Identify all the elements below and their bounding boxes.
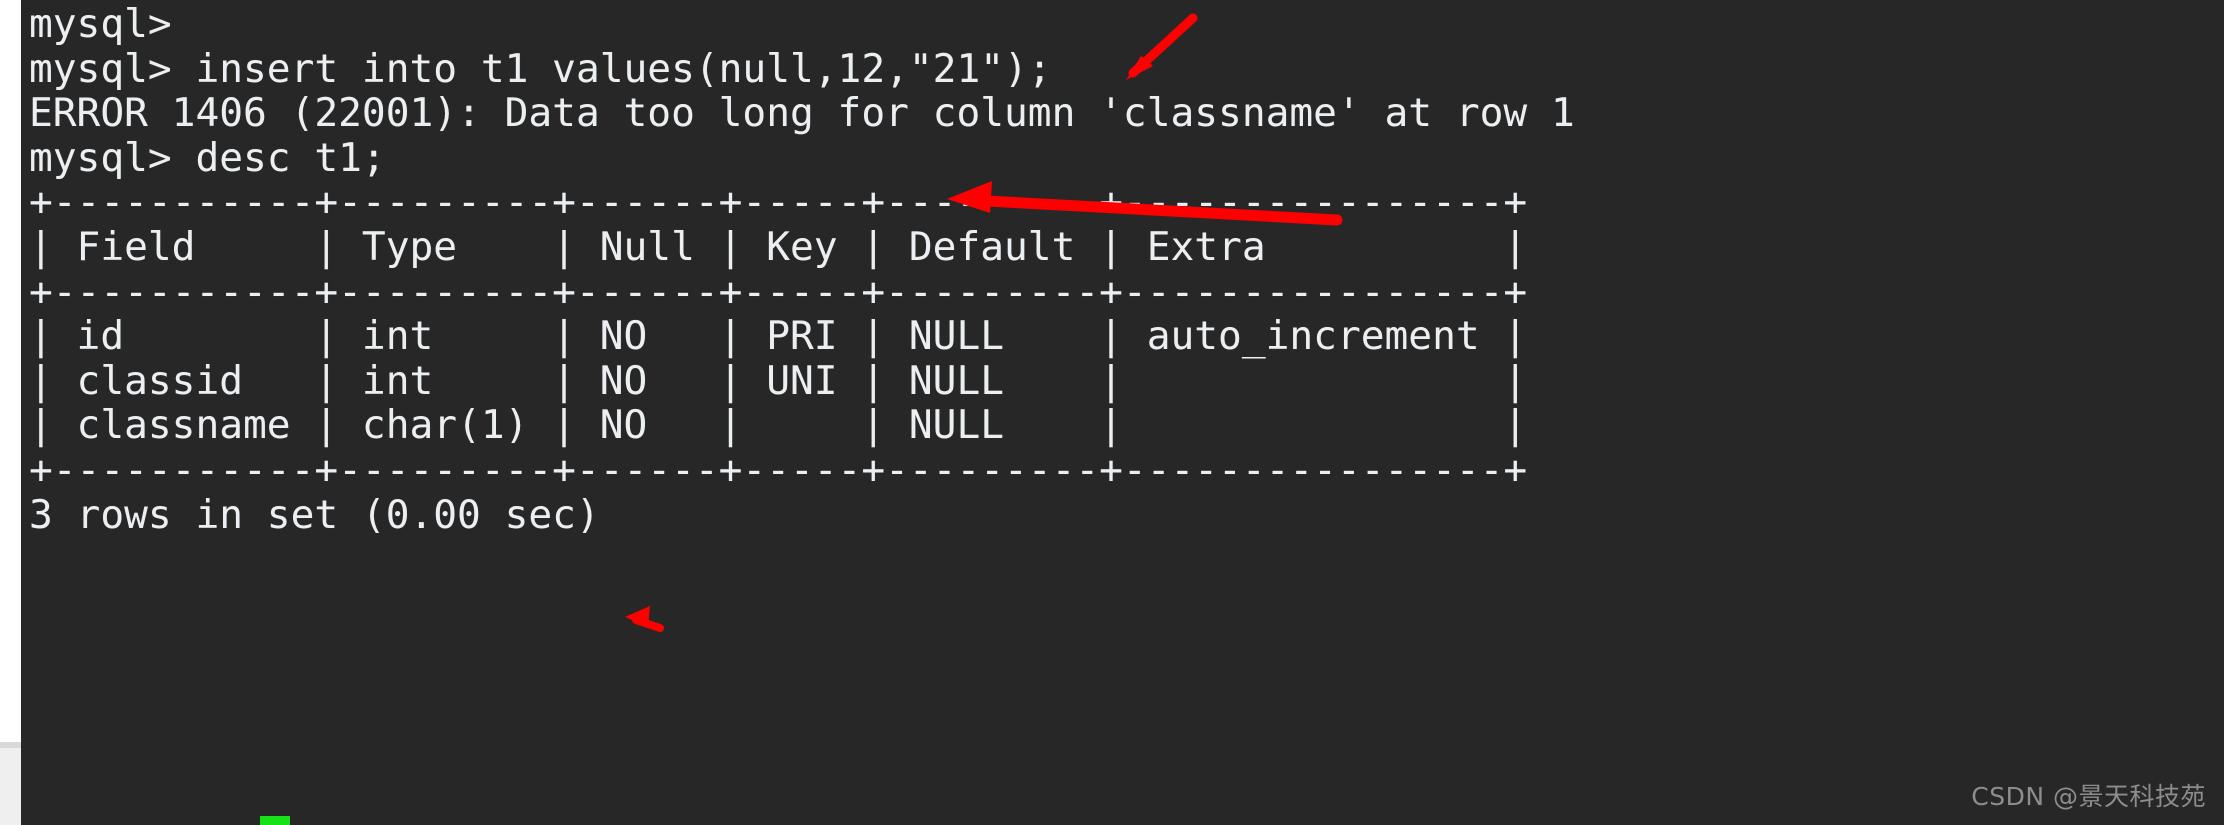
terminal-line-desc-command: mysql> desc t1; (29, 134, 386, 181)
table-border-bottom: +-----------+---------+------+-----+----… (29, 446, 1528, 493)
table-border-top: +-----------+---------+------+-----+----… (29, 179, 1528, 226)
terminal-line-insert-command: mysql> insert into t1 values(null,12,"21… (29, 45, 1052, 92)
editor-gutter (0, 0, 21, 825)
terminal-output: mysql> mysql> insert into t1 values(null… (29, 2, 2224, 537)
gutter-segment-bottom (0, 748, 21, 825)
table-border-header: +-----------+---------+------+-----+----… (29, 268, 1528, 315)
screenshot-root: mysql> mysql> insert into t1 values(null… (0, 0, 2224, 825)
table-header-row: | Field | Type | Null | Key | Default | … (29, 223, 1528, 270)
terminal-cursor (260, 816, 290, 825)
terminal-line-prompt-empty: mysql> (29, 1, 172, 47)
csdn-watermark: CSDN @景天科技苑 (1971, 782, 2206, 811)
gutter-segment-top (0, 0, 21, 742)
terminal-line-result-summary: 3 rows in set (0.00 sec) (29, 491, 600, 538)
terminal-window[interactable]: mysql> mysql> insert into t1 values(null… (21, 0, 2224, 825)
table-row: | classid | int | NO | UNI | NULL | | (29, 357, 1528, 404)
table-row: | classname | char(1) | NO | | NULL | | (29, 402, 1528, 449)
table-row: | id | int | NO | PRI | NULL | auto_incr… (29, 313, 1528, 360)
terminal-line-error: ERROR 1406 (22001): Data too long for co… (29, 90, 1575, 137)
